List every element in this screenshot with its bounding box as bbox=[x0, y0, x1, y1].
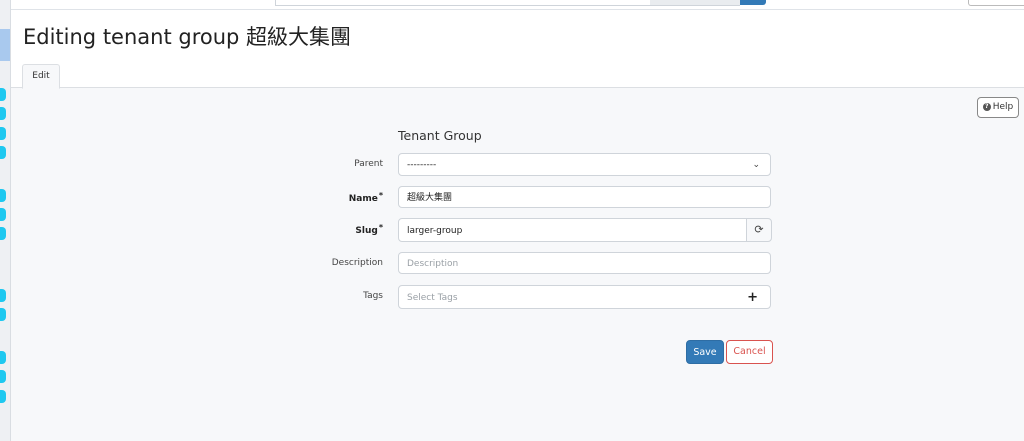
parent-label: Parent bbox=[354, 159, 383, 169]
sidebar-item[interactable] bbox=[0, 390, 6, 403]
sidebar-item[interactable] bbox=[0, 227, 6, 240]
sidebar-item[interactable] bbox=[0, 308, 6, 321]
name-field[interactable]: 超級大集團 bbox=[398, 186, 771, 208]
help-button[interactable]: ? Help bbox=[977, 97, 1019, 118]
slug-label: Slug* bbox=[271, 223, 383, 236]
slug-group: larger-group ⟳ bbox=[398, 218, 772, 242]
section-title: Tenant Group bbox=[398, 128, 482, 143]
parent-select-value: --------- bbox=[407, 160, 437, 170]
sidebar-item[interactable] bbox=[0, 370, 6, 383]
tags-select[interactable]: Select Tags + bbox=[398, 285, 771, 309]
required-marker: * bbox=[378, 223, 383, 232]
page-title: Editing tenant group 超級大集團 bbox=[23, 25, 352, 49]
tab-edit[interactable]: Edit bbox=[22, 64, 60, 89]
search-button[interactable] bbox=[740, 0, 766, 5]
refresh-icon: ⟳ bbox=[754, 223, 764, 236]
user-menu-button[interactable] bbox=[968, 0, 1024, 6]
regenerate-slug-button[interactable]: ⟳ bbox=[746, 218, 772, 242]
sidebar-item[interactable] bbox=[0, 127, 6, 140]
sidebar-item[interactable] bbox=[0, 189, 6, 202]
description-field[interactable]: Description bbox=[398, 252, 771, 274]
chevron-down-icon: ⌄ bbox=[752, 160, 760, 170]
page-header: Editing tenant group 超級大集團 Edit bbox=[11, 10, 1024, 89]
global-search-input[interactable] bbox=[275, 0, 652, 6]
slug-label-text: Slug bbox=[355, 226, 378, 236]
sidebar-item[interactable] bbox=[0, 208, 6, 221]
description-label: Description bbox=[331, 258, 383, 268]
required-marker: * bbox=[378, 191, 383, 200]
slug-field[interactable]: larger-group bbox=[398, 218, 747, 242]
sidebar-item[interactable] bbox=[0, 146, 6, 159]
name-label: Name* bbox=[271, 191, 383, 204]
sidebar-item[interactable] bbox=[0, 289, 6, 302]
sidebar-active-item[interactable] bbox=[0, 29, 10, 61]
help-label: Help bbox=[992, 102, 1014, 112]
name-label-text: Name bbox=[348, 194, 378, 204]
save-button[interactable]: Save bbox=[686, 340, 724, 364]
sidebar-item[interactable] bbox=[0, 351, 6, 364]
sidebar bbox=[0, 0, 11, 441]
cancel-button[interactable]: Cancel bbox=[726, 340, 773, 364]
tags-placeholder: Select Tags bbox=[407, 293, 458, 303]
question-circle-icon: ? bbox=[982, 103, 991, 111]
parent-select[interactable]: --------- ⌄ bbox=[398, 153, 771, 176]
plus-icon: + bbox=[747, 290, 758, 305]
top-navbar bbox=[10, 0, 1024, 10]
sidebar-item[interactable] bbox=[0, 107, 6, 120]
search-scope-dropdown[interactable] bbox=[650, 0, 740, 6]
tags-label: Tags bbox=[363, 291, 383, 301]
sidebar-item[interactable] bbox=[0, 88, 6, 101]
